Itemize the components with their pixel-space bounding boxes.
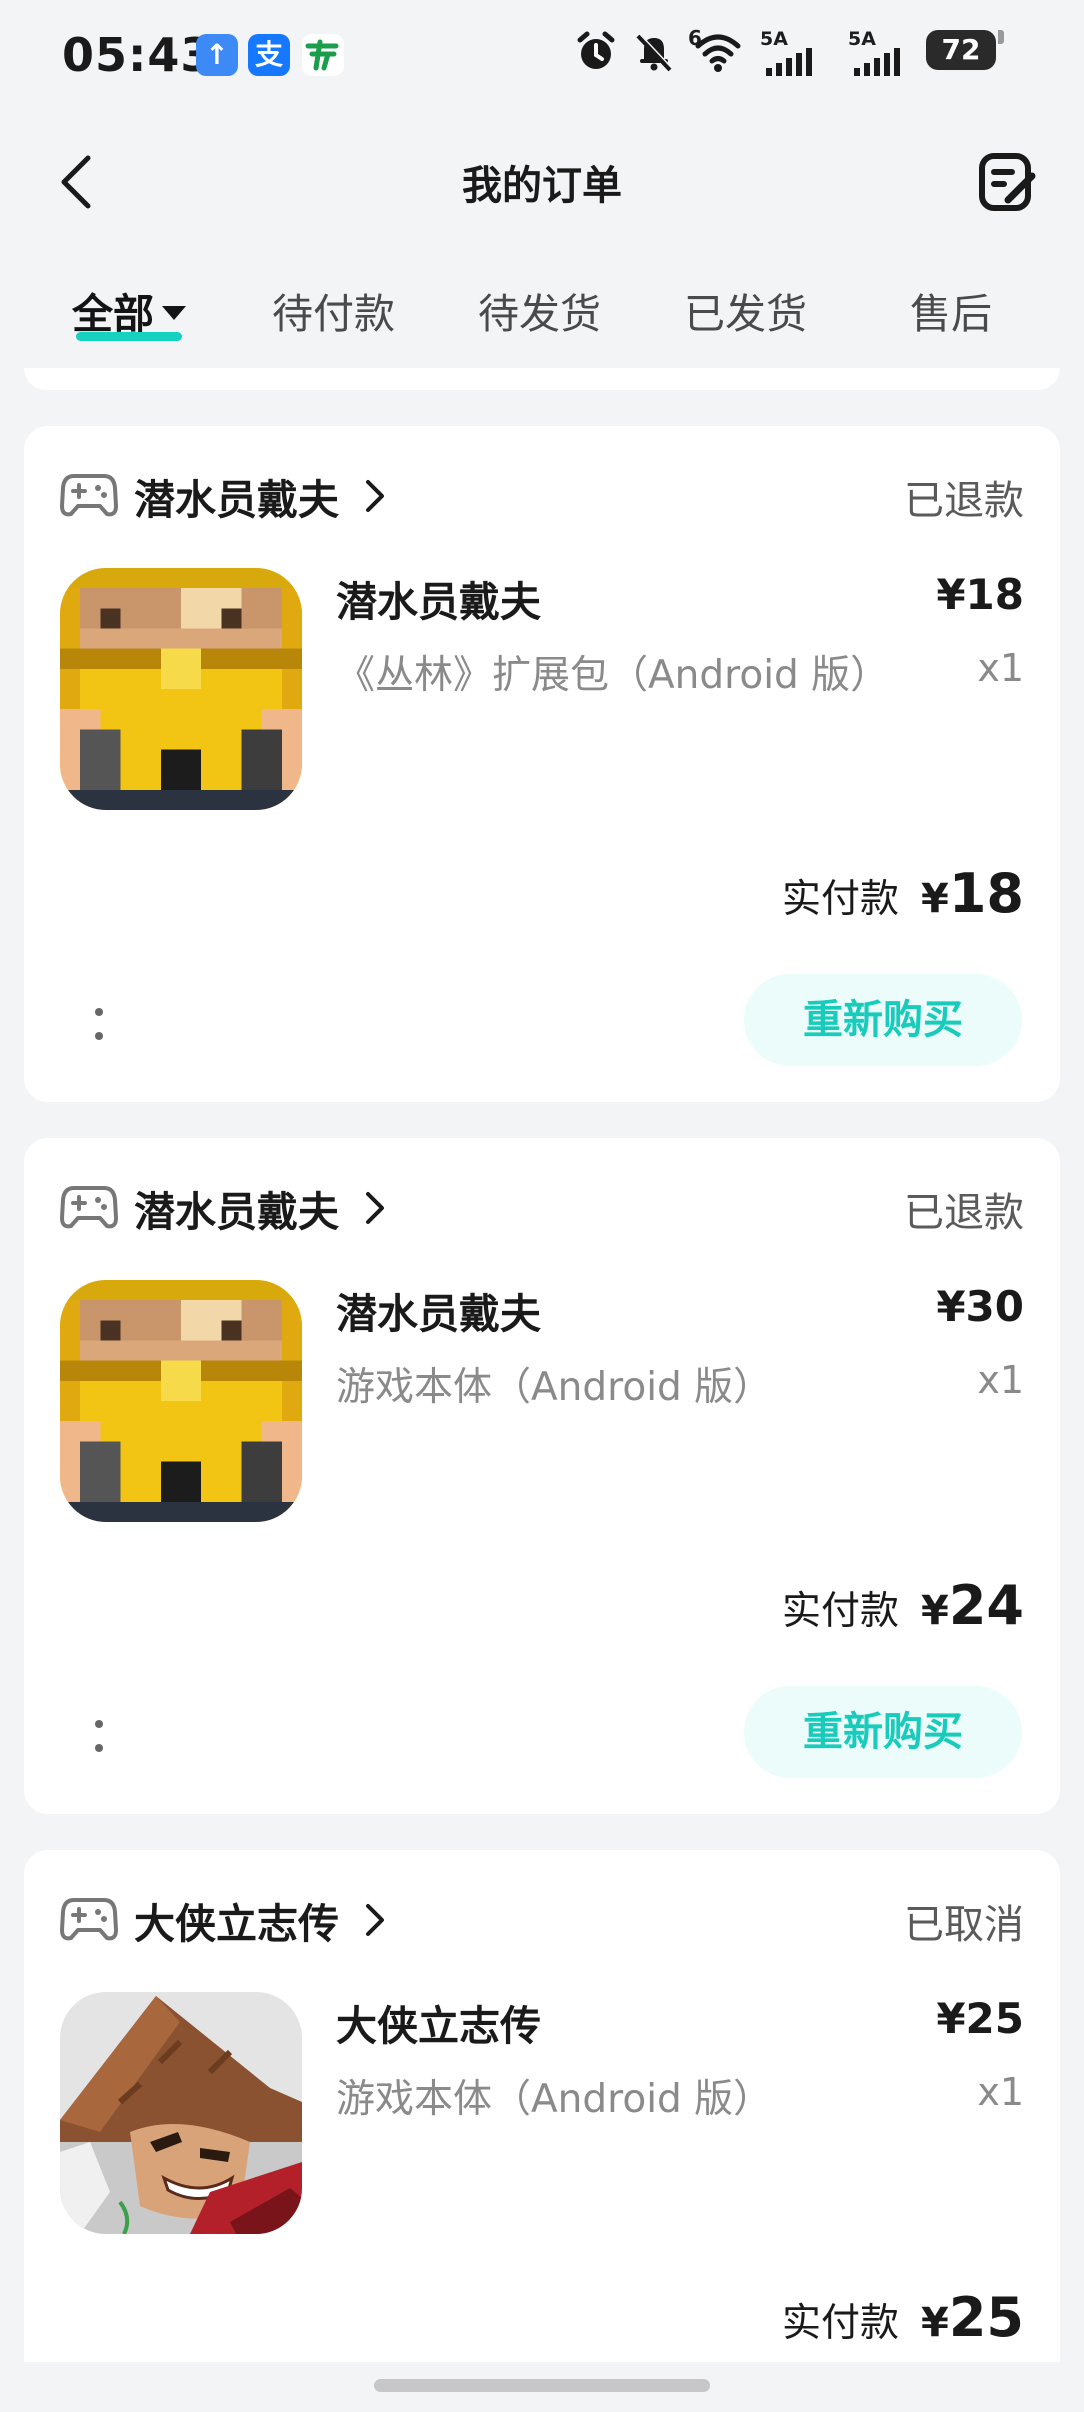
- alipay-app-icon: 支: [248, 34, 290, 76]
- more-options-icon[interactable]: [84, 996, 114, 1056]
- edit-order-icon: [979, 153, 1036, 211]
- paid-summary: 实付款 ¥25: [782, 2286, 1024, 2356]
- order-status: 已退款: [904, 478, 1024, 524]
- alarm-icon: [574, 30, 618, 74]
- status-indicators: 6 5A 5A 72: [574, 26, 1014, 80]
- previous-order-card: [24, 368, 1060, 390]
- paid-amount: ¥18: [921, 862, 1024, 925]
- product-variant: 游戏本体（Android 版）: [336, 2077, 773, 2122]
- paid-label: 实付款: [781, 2301, 899, 2346]
- tab-all[interactable]: 全部: [72, 280, 186, 340]
- product-name[interactable]: 潜水员戴夫: [336, 568, 541, 628]
- chevron-right-icon: [366, 480, 384, 512]
- more-options-icon[interactable]: [84, 1708, 114, 1768]
- gamepad-icon: [60, 474, 118, 517]
- order-status: 已取消: [904, 1902, 1024, 1948]
- paid-currency: ¥: [921, 2300, 949, 2346]
- paid-value: 18: [948, 862, 1024, 925]
- signal-1-icon: [764, 46, 822, 76]
- product-image[interactable]: [60, 1280, 302, 1522]
- paid-summary: 实付款 ¥18: [782, 862, 1024, 932]
- paid-value: 25: [948, 2286, 1024, 2349]
- tab-shipped[interactable]: 已发货: [684, 280, 807, 340]
- tab-pending-payment[interactable]: 待付款: [272, 280, 395, 340]
- paid-amount: ¥24: [921, 1574, 1024, 1637]
- tab-all-label: 全部: [72, 290, 154, 338]
- paid-amount: ¥25: [921, 2286, 1024, 2349]
- product-price: ¥30: [936, 1282, 1024, 1331]
- product-price: ¥18: [936, 570, 1024, 619]
- order-card: 潜水员戴夫 已退款 潜水员戴夫 游戏本体（Android 版） ¥30 x1 实…: [24, 1138, 1060, 1814]
- post-app-icon: [302, 34, 344, 76]
- signal-2-icon: [852, 46, 910, 76]
- product-name[interactable]: 潜水员戴夫: [336, 1280, 541, 1340]
- status-time: 05:43: [62, 28, 214, 82]
- diver-dave-game-icon: [60, 568, 302, 810]
- paid-label: 实付款: [781, 877, 899, 922]
- product-quantity: x1: [977, 1358, 1024, 1402]
- store-name[interactable]: 大侠立志传: [134, 1890, 339, 1950]
- wifi-icon: [694, 30, 742, 74]
- edit-order-button[interactable]: [976, 150, 1040, 214]
- product-quantity: x1: [977, 2070, 1024, 2114]
- paid-summary: 实付款 ¥24: [782, 1574, 1024, 1644]
- battery-icon: [998, 30, 1004, 44]
- status-bar: 05:43 ↑ 支 6 5A 5A 72: [0, 0, 1084, 112]
- wuxia-hero-game-icon: [60, 1992, 302, 2234]
- battery-level: 72: [926, 30, 996, 70]
- product-variant: 《丛林》扩展包（Android 版）: [336, 653, 890, 698]
- diver-dave-game-icon: [60, 1280, 302, 1522]
- store-name[interactable]: 潜水员戴夫: [134, 1178, 339, 1238]
- caret-down-icon: [162, 306, 186, 320]
- tab-pending-shipment[interactable]: 待发货: [478, 280, 601, 340]
- mute-bell-icon: [632, 30, 676, 74]
- product-image[interactable]: [60, 1992, 302, 2234]
- gamepad-icon: [60, 1186, 118, 1229]
- chevron-right-icon: [366, 1192, 384, 1224]
- active-tab-indicator: [76, 332, 182, 341]
- store-name[interactable]: 潜水员戴夫: [134, 466, 339, 526]
- product-price: ¥25: [936, 1994, 1024, 2043]
- product-name[interactable]: 大侠立志传: [336, 1992, 541, 2052]
- upload-app-icon: ↑: [196, 34, 238, 76]
- paid-value: 24: [948, 1574, 1024, 1637]
- order-card: 大侠立志传 已取消 大侠立志传 游戏本体（Android 版） ¥25 x1 实…: [24, 1850, 1060, 2410]
- rebuy-button[interactable]: 重新购买: [744, 1686, 1022, 1778]
- order-status: 已退款: [904, 1190, 1024, 1236]
- paid-currency: ¥: [921, 1588, 949, 1634]
- page-title: 我的订单: [462, 163, 622, 209]
- home-indicator[interactable]: [374, 2379, 710, 2392]
- order-card: 潜水员戴夫 已退款 潜水员戴夫 《丛林》扩展包（Android 版） ¥18 x…: [24, 426, 1060, 1102]
- product-image[interactable]: [60, 568, 302, 810]
- product-variant: 游戏本体（Android 版）: [336, 1365, 773, 1410]
- tab-after-sales[interactable]: 售后: [910, 280, 992, 340]
- paid-currency: ¥: [921, 876, 949, 922]
- product-quantity: x1: [977, 646, 1024, 690]
- chevron-right-icon: [366, 1904, 384, 1936]
- rebuy-button[interactable]: 重新购买: [744, 974, 1022, 1066]
- gamepad-icon: [60, 1898, 118, 1941]
- paid-label: 实付款: [781, 1589, 899, 1634]
